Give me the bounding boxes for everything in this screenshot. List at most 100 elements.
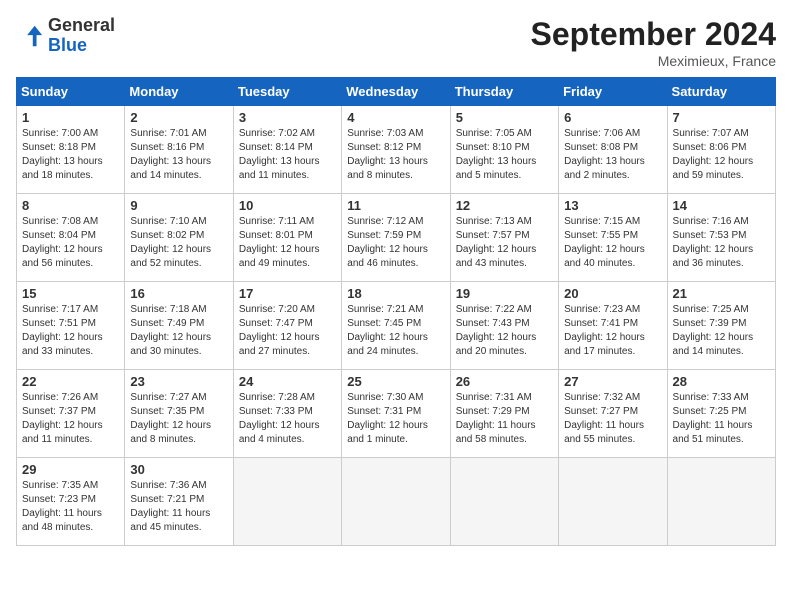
day-info: Sunrise: 7:22 AMSunset: 7:43 PMDaylight:… [456, 303, 553, 359]
table-row: 26 Sunrise: 7:31 AMSunset: 7:29 PMDayligh… [450, 370, 558, 458]
table-row: 3 Sunrise: 7:02 AMSunset: 8:14 PMDaylight… [233, 106, 341, 194]
day-info: Sunrise: 7:05 AMSunset: 8:10 PMDaylight:… [456, 127, 553, 183]
header-friday: Friday [559, 78, 667, 106]
day-info: Sunrise: 7:07 AMSunset: 8:06 PMDaylight:… [673, 127, 770, 183]
table-row: 21 Sunrise: 7:25 AMSunset: 7:39 PMDayligh… [667, 282, 775, 370]
day-number: 16 [130, 286, 227, 301]
table-row: 30 Sunrise: 7:36 AMSunset: 7:21 PMDayligh… [125, 458, 233, 546]
day-number: 13 [564, 198, 661, 213]
day-info: Sunrise: 7:35 AMSunset: 7:23 PMDaylight:… [22, 479, 119, 535]
table-row: 12 Sunrise: 7:13 AMSunset: 7:57 PMDayligh… [450, 194, 558, 282]
table-row [450, 458, 558, 546]
day-info: Sunrise: 7:17 AMSunset: 7:51 PMDaylight:… [22, 303, 119, 359]
day-number: 10 [239, 198, 336, 213]
day-number: 15 [22, 286, 119, 301]
month-title: September 2024 [531, 16, 776, 53]
day-info: Sunrise: 7:11 AMSunset: 8:01 PMDaylight:… [239, 215, 336, 271]
day-number: 27 [564, 374, 661, 389]
weekday-header-row: Sunday Monday Tuesday Wednesday Thursday… [17, 78, 776, 106]
day-info: Sunrise: 7:31 AMSunset: 7:29 PMDaylight:… [456, 391, 553, 447]
table-row: 11Sunrise: 7:12 AMSunset: 7:59 PMDayligh… [342, 194, 450, 282]
day-number: 3 [239, 110, 336, 125]
header-sunday: Sunday [17, 78, 125, 106]
table-row: 15 Sunrise: 7:17 AMSunset: 7:51 PMDayligh… [17, 282, 125, 370]
day-info: Sunrise: 7:26 AMSunset: 7:37 PMDaylight:… [22, 391, 119, 447]
table-row [667, 458, 775, 546]
day-info: Sunrise: 7:27 AMSunset: 7:35 PMDaylight:… [130, 391, 227, 447]
day-number: 11 [347, 198, 444, 213]
table-row: 17Sunrise: 7:20 AMSunset: 7:47 PMDayligh… [233, 282, 341, 370]
day-number: 4 [347, 110, 444, 125]
day-number: 25 [347, 374, 444, 389]
title-block: September 2024 Meximieux, France [531, 16, 776, 69]
table-row: 20Sunrise: 7:23 AMSunset: 7:41 PMDayligh… [559, 282, 667, 370]
day-info: Sunrise: 7:08 AMSunset: 8:04 PMDaylight:… [22, 215, 119, 271]
day-info: Sunrise: 7:25 AMSunset: 7:39 PMDaylight:… [673, 303, 770, 359]
table-row [342, 458, 450, 546]
day-info: Sunrise: 7:03 AMSunset: 8:12 PMDaylight:… [347, 127, 444, 183]
day-number: 22 [22, 374, 119, 389]
day-number: 29 [22, 462, 119, 477]
day-number: 28 [673, 374, 770, 389]
day-info: Sunrise: 7:16 AMSunset: 7:53 PMDaylight:… [673, 215, 770, 271]
header-thursday: Thursday [450, 78, 558, 106]
calendar-table: Sunday Monday Tuesday Wednesday Thursday… [16, 77, 776, 546]
generalblue-logo-icon [16, 22, 44, 50]
table-row: 9Sunrise: 7:10 AMSunset: 8:02 PMDaylight… [125, 194, 233, 282]
table-row [233, 458, 341, 546]
day-info: Sunrise: 7:02 AMSunset: 8:14 PMDaylight:… [239, 127, 336, 183]
day-number: 23 [130, 374, 227, 389]
table-row: 22 Sunrise: 7:26 AMSunset: 7:37 PMDayligh… [17, 370, 125, 458]
day-info: Sunrise: 7:01 AMSunset: 8:16 PMDaylight:… [130, 127, 227, 183]
day-number: 12 [456, 198, 553, 213]
table-row: 6 Sunrise: 7:06 AMSunset: 8:08 PMDaylight… [559, 106, 667, 194]
page-header: General Blue September 2024 Meximieux, F… [16, 16, 776, 69]
logo-blue: Blue [48, 35, 87, 55]
day-info: Sunrise: 7:15 AMSunset: 7:55 PMDaylight:… [564, 215, 661, 271]
day-number: 7 [673, 110, 770, 125]
logo-general: General [48, 15, 115, 35]
day-info: Sunrise: 7:28 AMSunset: 7:33 PMDaylight:… [239, 391, 336, 447]
header-wednesday: Wednesday [342, 78, 450, 106]
day-number: 21 [673, 286, 770, 301]
table-row: 5 Sunrise: 7:05 AMSunset: 8:10 PMDaylight… [450, 106, 558, 194]
day-number: 2 [130, 110, 227, 125]
header-tuesday: Tuesday [233, 78, 341, 106]
day-number: 6 [564, 110, 661, 125]
day-number: 19 [456, 286, 553, 301]
table-row: 27Sunrise: 7:32 AMSunset: 7:27 PMDayligh… [559, 370, 667, 458]
calendar-week-row: 15 Sunrise: 7:17 AMSunset: 7:51 PMDayligh… [17, 282, 776, 370]
table-row: 8 Sunrise: 7:08 AMSunset: 8:04 PMDaylight… [17, 194, 125, 282]
table-row: 1 Sunrise: 7:00 AMSunset: 8:18 PMDaylight… [17, 106, 125, 194]
day-number: 18 [347, 286, 444, 301]
day-info: Sunrise: 7:00 AMSunset: 8:18 PMDaylight:… [22, 127, 119, 183]
location: Meximieux, France [531, 53, 776, 69]
day-info: Sunrise: 7:21 AMSunset: 7:45 PMDaylight:… [347, 303, 444, 359]
logo-text: General Blue [48, 16, 115, 56]
day-number: 14 [673, 198, 770, 213]
day-number: 1 [22, 110, 119, 125]
day-number: 5 [456, 110, 553, 125]
day-info: Sunrise: 7:13 AMSunset: 7:57 PMDaylight:… [456, 215, 553, 271]
day-info: Sunrise: 7:30 AMSunset: 7:31 PMDaylight:… [347, 391, 444, 447]
table-row: 18 Sunrise: 7:21 AMSunset: 7:45 PMDayligh… [342, 282, 450, 370]
table-row [559, 458, 667, 546]
day-number: 8 [22, 198, 119, 213]
table-row: 28Sunrise: 7:33 AMSunset: 7:25 PMDayligh… [667, 370, 775, 458]
day-info: Sunrise: 7:36 AMSunset: 7:21 PMDaylight:… [130, 479, 227, 535]
table-row: 29 Sunrise: 7:35 AMSunset: 7:23 PMDayligh… [17, 458, 125, 546]
day-number: 9 [130, 198, 227, 213]
calendar-week-row: 8 Sunrise: 7:08 AMSunset: 8:04 PMDaylight… [17, 194, 776, 282]
calendar-week-row: 22 Sunrise: 7:26 AMSunset: 7:37 PMDayligh… [17, 370, 776, 458]
table-row: 4 Sunrise: 7:03 AMSunset: 8:12 PMDaylight… [342, 106, 450, 194]
day-info: Sunrise: 7:18 AMSunset: 7:49 PMDaylight:… [130, 303, 227, 359]
table-row: 14 Sunrise: 7:16 AMSunset: 7:53 PMDayligh… [667, 194, 775, 282]
table-row: 16 Sunrise: 7:18 AMSunset: 7:49 PMDayligh… [125, 282, 233, 370]
day-number: 30 [130, 462, 227, 477]
calendar-week-row: 1 Sunrise: 7:00 AMSunset: 8:18 PMDaylight… [17, 106, 776, 194]
day-info: Sunrise: 7:23 AMSunset: 7:41 PMDaylight:… [564, 303, 661, 359]
table-row: 2 Sunrise: 7:01 AMSunset: 8:16 PMDaylight… [125, 106, 233, 194]
calendar-week-row: 29 Sunrise: 7:35 AMSunset: 7:23 PMDayligh… [17, 458, 776, 546]
day-number: 26 [456, 374, 553, 389]
day-info: Sunrise: 7:06 AMSunset: 8:08 PMDaylight:… [564, 127, 661, 183]
